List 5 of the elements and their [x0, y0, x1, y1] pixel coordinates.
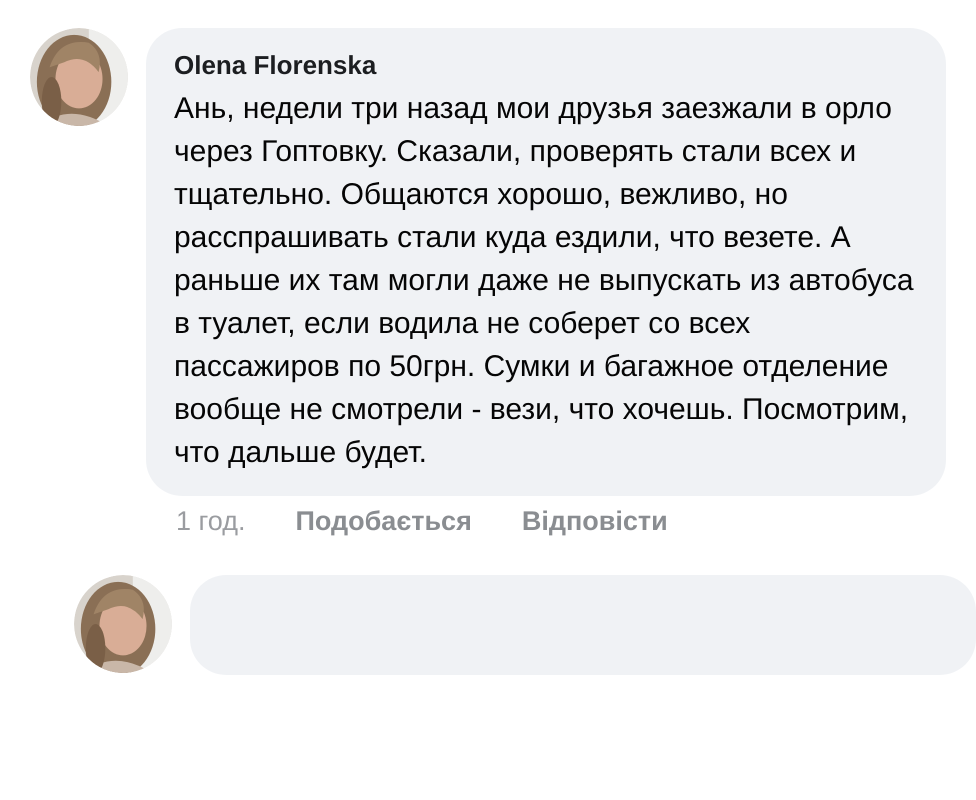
comment-time[interactable]: 1 год. [176, 506, 246, 537]
comment-action[interactable]: Подобається [295, 506, 472, 537]
comment-text: Ань, недели три назад мои друзья заезжали в орло через Гоптовку. Сказали, проверять стали всех и тщательно. Общаются хорошо, вежливо, но расспрашивать стали куда ездили, что везете. А раньше их там могли даже не выпускать из автобуса в туалет, если водила не соберет со всех пассажиров по 50грн. Сумки и багажное отделение вообще не смотрели - вези, что хочешь. Посмотрим, что дальше будет. [174, 91, 915, 471]
comment-action[interactable]: Відповісти [522, 506, 668, 537]
author-name[interactable]: Olena Florenska [174, 50, 916, 81]
